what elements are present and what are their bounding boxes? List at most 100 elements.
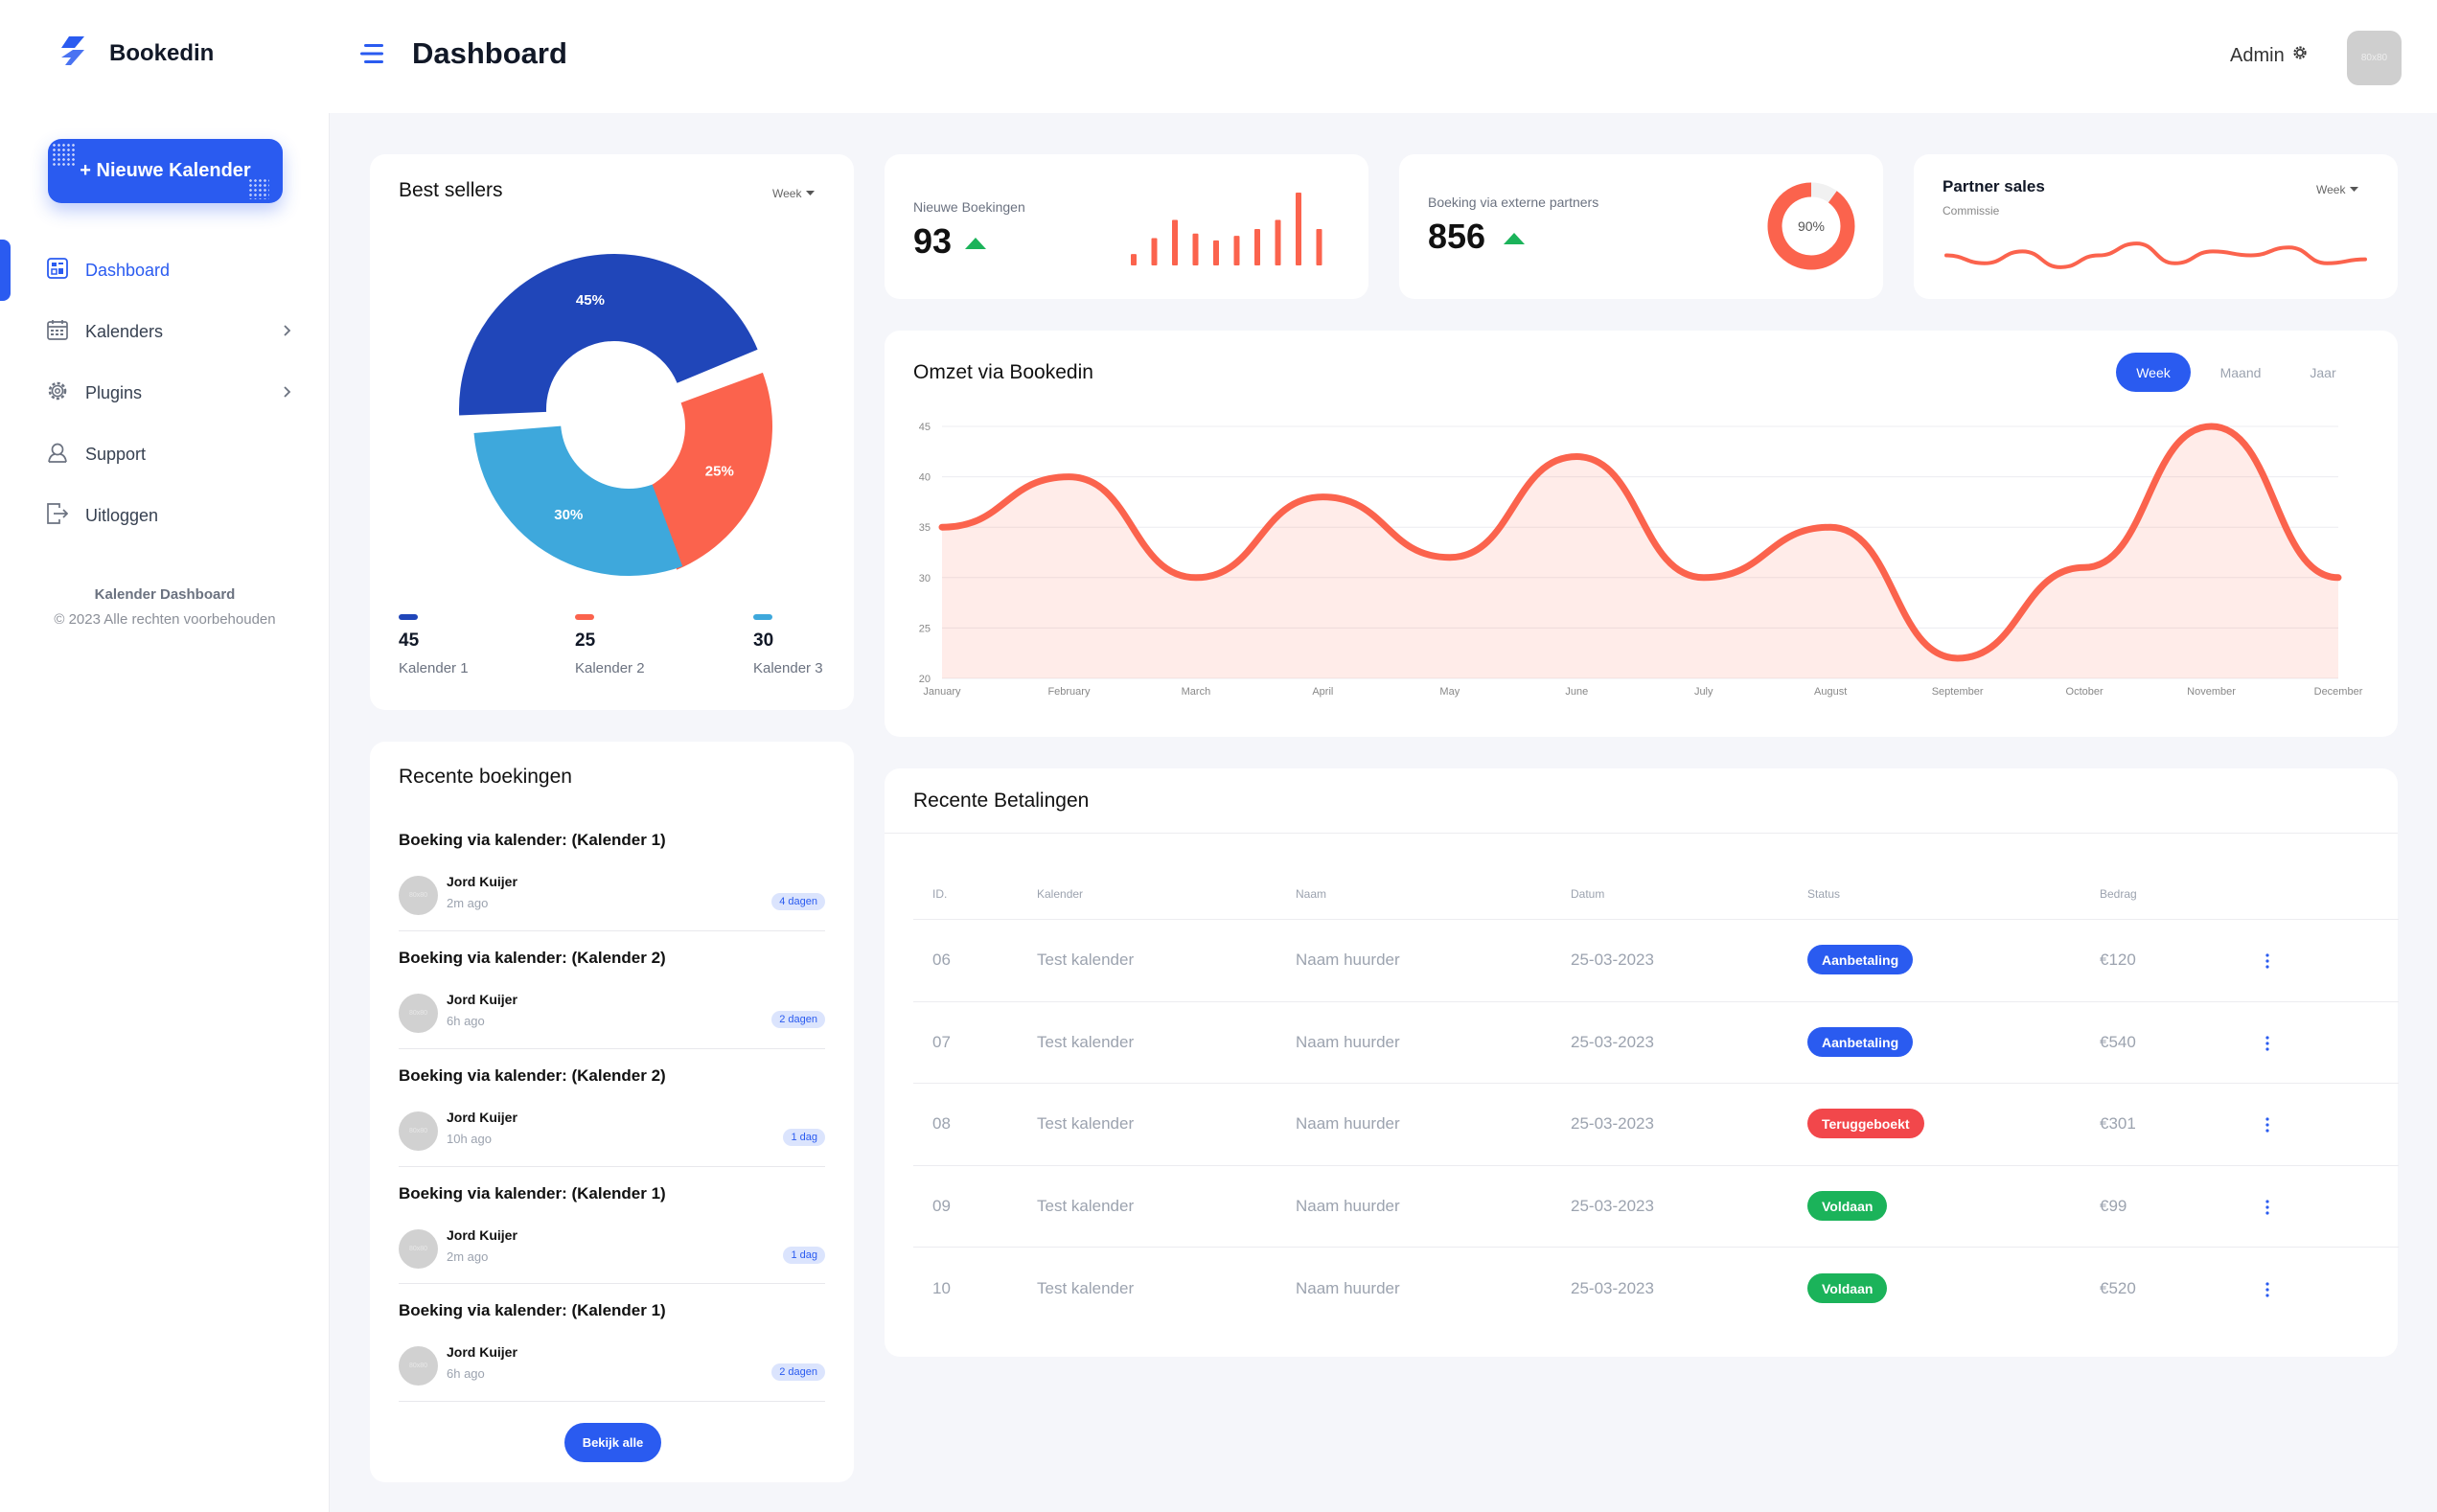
sidebar: + Nieuwe Kalender Dashboard Kalenders Pl… <box>0 113 330 1512</box>
dot-pattern-decoration <box>52 143 77 168</box>
legend-swatch <box>399 614 418 620</box>
divider <box>913 1083 2399 1084</box>
booking-time-ago: 10h ago <box>447 1132 492 1146</box>
cell-id: 10 <box>932 1279 951 1297</box>
booking-duration-badge: 1 dag <box>783 1129 825 1146</box>
divider <box>399 930 825 931</box>
booking-time-ago: 2m ago <box>447 1249 489 1264</box>
column-header-status: Status <box>1807 887 1841 901</box>
bar <box>1151 238 1158 265</box>
booking-title[interactable]: Boeking via kalender: (Kalender 1) <box>399 1301 666 1320</box>
sidebar-nav: Dashboard Kalenders Plugins Support Uitl… <box>0 240 330 546</box>
user-avatar[interactable]: 80x80 <box>2347 31 2402 85</box>
cell-id: 09 <box>932 1197 951 1215</box>
divider <box>399 1401 825 1402</box>
sidebar-item-dashboard[interactable]: Dashboard <box>0 240 330 301</box>
cell-datum: 25-03-2023 <box>1571 1033 1654 1051</box>
caret-down-icon <box>2350 187 2359 192</box>
booking-title[interactable]: Boeking via kalender: (Kalender 1) <box>399 831 666 850</box>
ring-percent-label: 90% <box>1798 218 1825 234</box>
y-tick-label: 40 <box>919 472 931 484</box>
booking-time-ago: 6h ago <box>447 1366 485 1381</box>
booking-title[interactable]: Boeking via kalender: (Kalender 2) <box>399 949 666 968</box>
x-tick-label: March <box>1182 686 1211 698</box>
bar <box>1172 219 1178 265</box>
cell-datum: 25-03-2023 <box>1571 1114 1654 1133</box>
new-bookings-label: Nieuwe Boekingen <box>913 199 1025 215</box>
tab-maand[interactable]: Maand <box>2202 353 2279 392</box>
sidebar-item-support[interactable]: Support <box>0 424 330 485</box>
caret-down-icon <box>806 191 816 195</box>
column-header-id: ID. <box>932 887 948 901</box>
admin-menu[interactable]: Admin <box>2230 44 2309 67</box>
donut-slice-label: 45% <box>576 292 605 309</box>
status-badge: Voldaan <box>1807 1273 1888 1303</box>
divider <box>913 1001 2399 1002</box>
x-tick-label: April <box>1312 686 1333 698</box>
x-tick-label: February <box>1047 686 1091 698</box>
sidebar-item-uitloggen[interactable]: Uitloggen <box>0 485 330 546</box>
booking-duration-badge: 4 dagen <box>771 893 825 910</box>
cell-kalender: Test kalender <box>1037 951 1135 969</box>
new-calendar-label: + Nieuwe Kalender <box>80 160 251 181</box>
more-options-icon[interactable] <box>2264 1116 2271 1134</box>
trend-up-icon <box>965 238 986 249</box>
sidebar-item-kalenders[interactable]: Kalenders <box>0 301 330 362</box>
sidebar-item-plugins[interactable]: Plugins <box>0 362 330 424</box>
more-options-icon[interactable] <box>2264 1281 2271 1298</box>
view-all-button[interactable]: Bekijk alle <box>564 1423 661 1462</box>
tab-jaar[interactable]: Jaar <box>2289 353 2357 392</box>
dot-pattern-decoration <box>248 178 269 199</box>
brand[interactable]: Bookedin <box>57 36 214 70</box>
cell-datum: 25-03-2023 <box>1571 1279 1654 1297</box>
x-tick-label: May <box>1439 686 1460 698</box>
revenue-area-chart: 20 25 30 35 40 45 January February March April May… <box>919 422 2363 698</box>
more-options-icon[interactable] <box>2264 952 2271 970</box>
booking-duration-badge: 2 dagen <box>771 1011 825 1028</box>
payments-card: Recente Betalingen ID. Kalender Naam Dat… <box>885 768 2399 1357</box>
y-tick-label: 35 <box>919 522 931 534</box>
sidebar-footer-title: Kalender Dashboard <box>94 586 236 603</box>
partner-sales-card: Partner sales Commissie Week <box>1914 154 2398 299</box>
status-badge: Aanbetaling <box>1807 1027 1914 1057</box>
external-bookings-value: 856 <box>1428 217 1486 256</box>
period-label: Week <box>772 187 802 200</box>
cell-bedrag: €99 <box>2100 1197 2127 1215</box>
avatar: 80x80 <box>399 876 438 915</box>
bar <box>1316 229 1322 265</box>
x-tick-label: December <box>2314 686 2363 698</box>
cell-kalender: Test kalender <box>1037 1197 1135 1215</box>
cell-bedrag: €540 <box>2100 1033 2136 1051</box>
divider <box>399 1048 825 1049</box>
cell-id: 07 <box>932 1033 951 1051</box>
booking-title[interactable]: Boeking via kalender: (Kalender 1) <box>399 1184 666 1203</box>
dashboard-icon <box>47 257 68 284</box>
booking-title[interactable]: Boeking via kalender: (Kalender 2) <box>399 1066 666 1086</box>
y-tick-label: 25 <box>919 623 931 634</box>
partner-sales-period-dropdown[interactable]: Week <box>2316 183 2359 196</box>
more-options-icon[interactable] <box>2264 1035 2271 1052</box>
chevron-right-icon[interactable] <box>283 322 292 342</box>
best-sellers-period-dropdown[interactable]: Week <box>772 187 816 200</box>
y-tick-label: 30 <box>919 573 931 584</box>
cell-kalender: Test kalender <box>1037 1279 1135 1297</box>
sidebar-item-label: Plugins <box>85 382 143 402</box>
external-bookings-label: Boeking via externe partners <box>1428 195 1599 210</box>
cell-id: 08 <box>932 1114 951 1133</box>
new-calendar-button[interactable]: + Nieuwe Kalender <box>48 139 283 203</box>
best-sellers-donut-chart: 45% 25% 30% <box>459 254 772 576</box>
cell-naam: Naam huurder <box>1296 1197 1400 1215</box>
column-header-kalender: Kalender <box>1037 887 1084 901</box>
tab-week[interactable]: Week <box>2116 353 2191 392</box>
external-percent-ring: 90% <box>1767 182 1855 270</box>
cell-datum: 25-03-2023 <box>1571 951 1654 969</box>
chevron-right-icon[interactable] <box>283 383 292 403</box>
more-options-icon[interactable] <box>2264 1199 2271 1216</box>
legend-label: Kalender 2 <box>575 660 645 676</box>
bar <box>1131 254 1137 265</box>
sidebar-footer-copyright: © 2023 Alle rechten voorbehouden <box>54 611 276 628</box>
settings-gear-icon[interactable] <box>2291 44 2309 67</box>
cell-naam: Naam huurder <box>1296 1279 1400 1297</box>
hamburger-menu-icon[interactable] <box>358 42 385 70</box>
x-tick-label: November <box>2187 686 2236 698</box>
